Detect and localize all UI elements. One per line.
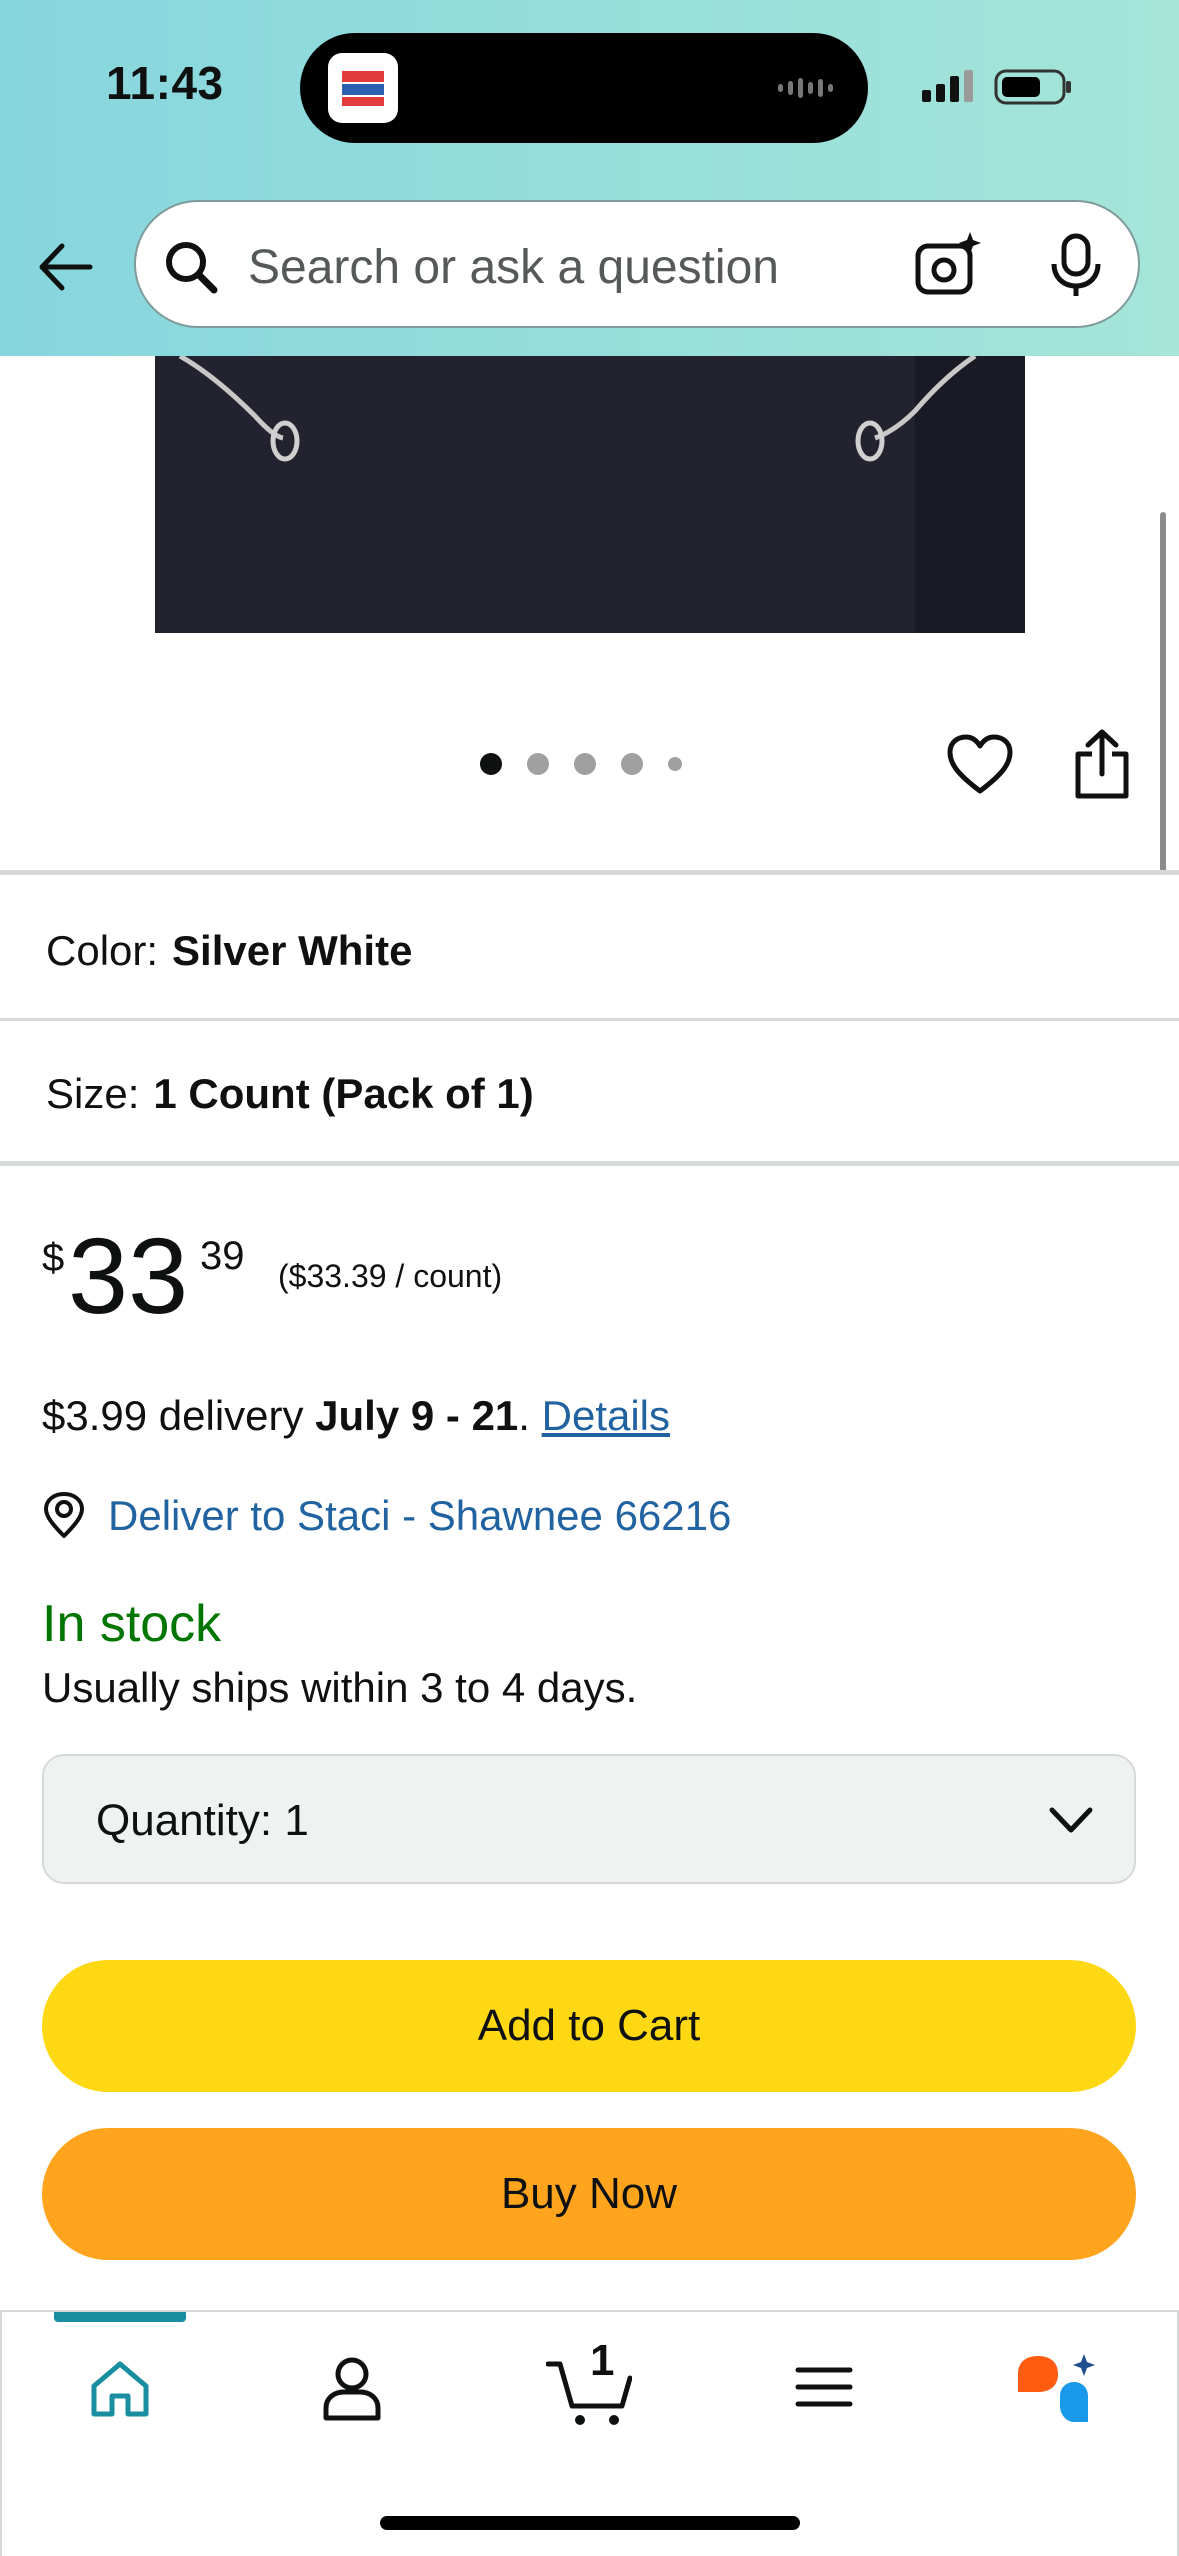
quantity-dropdown[interactable]: Quantity: 1 [42,1754,1136,1884]
color-label: Color: [46,927,159,974]
section-divider [0,870,1179,875]
size-label: Size: [46,1070,140,1117]
quantity-value: 1 [284,1796,309,1845]
status-time: 11:43 [106,57,224,109]
size-value: 1 Count (Pack of 1) [153,1070,534,1117]
search-icon [166,242,218,294]
quantity-label: Quantity: 1 [96,1796,309,1845]
header: 11:43 Search or ask a question [0,0,1179,356]
carousel-dot-active[interactable] [480,753,502,775]
audio-wave-icon [778,73,840,103]
section-divider [0,1018,1179,1021]
dynamic-island [300,33,868,143]
active-tab-indicator [54,2312,186,2322]
section-divider [0,1161,1179,1166]
color-value: Silver White [172,927,413,974]
ships-note: Usually ships within 3 to 4 days. [42,1664,638,1711]
carousel-dot[interactable] [527,753,549,775]
camera-search-icon[interactable] [912,230,982,300]
microphone-icon[interactable] [1046,232,1106,298]
delivery-fee: $3.99 delivery [42,1392,304,1439]
color-selector[interactable]: Color: Silver White [46,927,412,975]
image-carousel-dots[interactable] [480,753,682,775]
back-arrow-icon[interactable] [34,236,96,298]
add-to-cart-button[interactable]: Add to Cart [42,1960,1136,2092]
rufus-assistant-icon[interactable] [1014,2352,1098,2426]
delivery-details-link[interactable]: Details [542,1392,670,1439]
location-pin-icon [43,1492,85,1538]
carousel-dot[interactable] [668,757,682,771]
battery-icon [994,69,1071,105]
heart-icon[interactable] [946,733,1014,797]
account-icon[interactable] [322,2354,382,2422]
cellular-signal-icon [922,70,973,102]
delivery-dates: July 9 - 21 [315,1392,519,1439]
home-icon[interactable] [88,2358,152,2420]
unit-price: ($33.39 / count) [278,1258,503,1294]
delivery-separator: . [518,1392,530,1439]
chevron-down-icon [1049,1807,1093,1833]
buy-now-button[interactable]: Buy Now [42,2128,1136,2260]
search-box[interactable]: Search or ask a question [134,200,1140,328]
deliver-to-link[interactable]: Deliver to Staci - Shawnee 66216 [108,1492,731,1540]
stock-status: In stock [42,1595,222,1653]
product-image[interactable] [155,356,1025,633]
price-fraction: 39 [200,1234,245,1278]
size-selector[interactable]: Size: 1 Count (Pack of 1) [46,1070,534,1118]
live-activity-app-icon [328,53,398,123]
search-input[interactable]: Search or ask a question [248,240,779,295]
cart-icon[interactable] [546,2358,632,2428]
carousel-dot[interactable] [621,753,643,775]
menu-icon[interactable] [794,2362,854,2412]
scroll-indicator[interactable] [1160,512,1166,874]
home-indicator[interactable] [380,2516,800,2530]
price-symbol: $ [42,1236,65,1280]
price-whole: 33 [68,1215,189,1336]
carousel-dot[interactable] [574,753,596,775]
delivery-info: $3.99 delivery July 9 - 21. Details [42,1392,670,1440]
share-icon[interactable] [1070,728,1134,800]
